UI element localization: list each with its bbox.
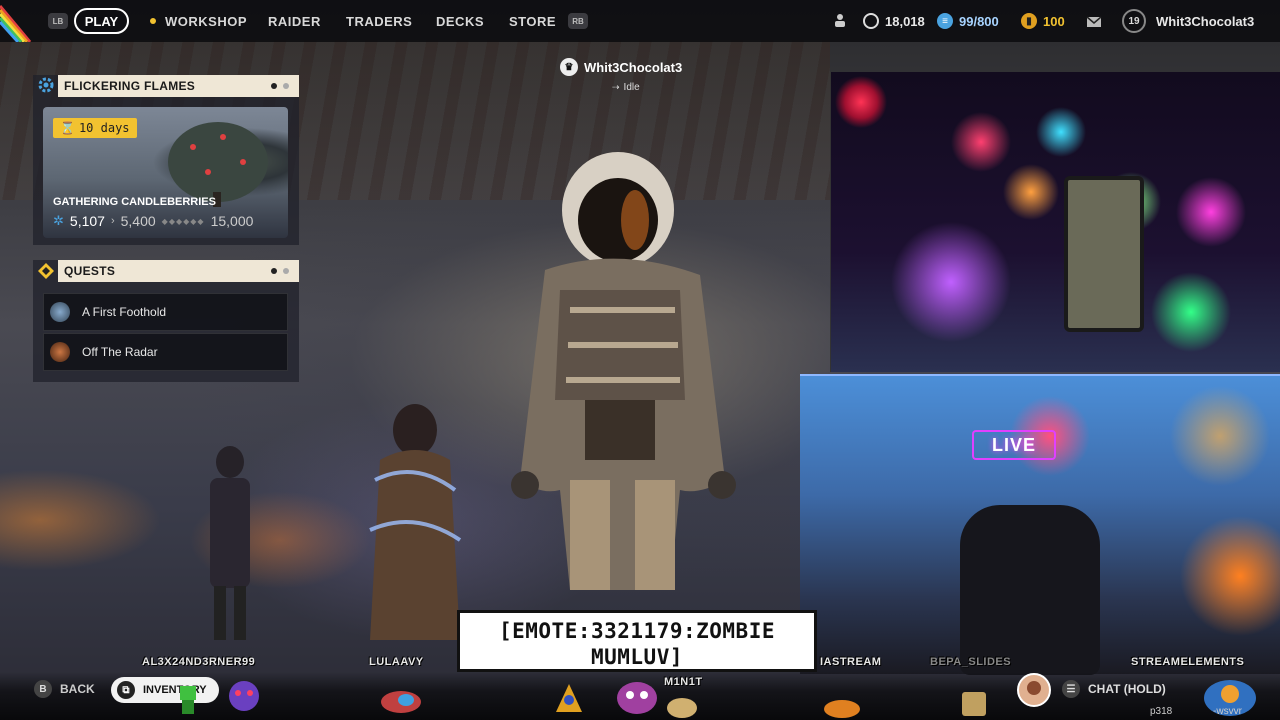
player-status-label: Idle — [623, 82, 640, 93]
tokens-counter: ▮ 100 — [1021, 0, 1065, 42]
robed-figure — [369, 404, 462, 640]
quest-label: A First Foothold — [82, 305, 167, 319]
chatter-name: STREAMELEMENTS — [1131, 656, 1245, 668]
quest-item[interactable]: Off The Radar — [43, 333, 288, 371]
event-subtitle: GATHERING CANDLEBERRIES — [53, 196, 216, 208]
progress-diamonds-icon: ◆◆◆◆◆◆ — [161, 216, 205, 226]
event-panel-header[interactable]: FLICKERING FLAMES — [58, 75, 299, 97]
quests-title: QUESTS — [64, 264, 116, 278]
gear-small-icon: ✲ — [53, 213, 64, 228]
page-dots — [271, 83, 289, 89]
chatter-name: IASTREAM — [820, 656, 882, 668]
avatar[interactable] — [1016, 672, 1052, 708]
raider-character — [511, 152, 736, 590]
capacity-counter: ≡ 99/800 — [937, 0, 999, 42]
emote-line: [EMOTE:3321179:ZOMBIE — [498, 619, 775, 643]
mail-icon — [1086, 16, 1102, 27]
lb-bumper-icon[interactable]: LB — [48, 13, 68, 29]
quest-avatar — [50, 342, 70, 362]
chat-sprite-icon — [617, 682, 657, 714]
brand-stripes-icon — [0, 5, 32, 42]
chat-sprite-icon — [962, 692, 986, 716]
event-timer: 10 days — [78, 121, 130, 135]
tab-traders[interactable]: TRADERS — [346, 0, 412, 42]
inventory-key-icon: ⧉ — [117, 681, 135, 699]
chatter-name: BEPA_SLIDES — [930, 656, 1012, 668]
event-max: 15,000 — [210, 213, 254, 229]
chat-fragment: p318 -wsvvr — [1150, 706, 1242, 717]
mail-button[interactable] — [1086, 0, 1102, 42]
chatter-name: LULAAVY — [369, 656, 424, 668]
candleberry-tree-image — [168, 122, 268, 207]
capacity-icon: ≡ — [937, 13, 953, 29]
chevron-right-icon: › — [110, 215, 115, 227]
chatter-name: M1N1T — [664, 676, 703, 688]
chat-sprite-icon — [556, 684, 582, 712]
event-title: FLICKERING FLAMES — [64, 79, 196, 93]
tab-store[interactable]: STORE — [509, 0, 556, 42]
chat-sprite-icon — [229, 681, 259, 711]
chat-button[interactable]: ☰ CHAT (HOLD) — [1062, 680, 1166, 698]
chat-sprite-icon — [180, 686, 196, 714]
quest-avatar — [50, 302, 70, 322]
idle-icon: ⇢ — [612, 82, 620, 92]
quest-item[interactable]: A First Foothold — [43, 293, 288, 331]
chat-fragment-text: p318 — [1150, 706, 1173, 717]
hourglass-icon: ⌛ — [60, 121, 75, 135]
page-dots — [271, 268, 289, 274]
profile-button[interactable]: 19 Whit3Chocolat3 — [1122, 0, 1254, 42]
gear-icon — [35, 74, 57, 96]
event-card[interactable]: ⌛ 10 days GATHERING CANDLEBERRIES ✲ 5,10… — [43, 107, 288, 238]
top-nav-bar: LB PLAY WORKSHOP RAIDER TRADERS DECKS ST… — [0, 0, 1280, 42]
chat-label: CHAT (HOLD) — [1088, 682, 1166, 696]
b-button-icon: B — [34, 680, 52, 698]
quest-diamond-icon — [35, 260, 57, 282]
quest-label: Off The Radar — [82, 345, 158, 359]
emote-caption: [EMOTE:3321179:ZOMBIE MUMLUV] — [457, 610, 817, 672]
level-badge: 19 — [1122, 9, 1146, 33]
chat-fragment-text: -wsvvr — [1213, 706, 1242, 717]
event-progress: ✲ 5,107 › 5,400 ◆◆◆◆◆◆ 15,000 — [53, 213, 253, 229]
coin-icon — [863, 13, 879, 29]
tab-workshop[interactable]: WORKSHOP — [150, 0, 247, 42]
phone-screen-image — [1064, 176, 1144, 332]
back-label: BACK — [60, 682, 95, 696]
chat-sprite-icon — [381, 691, 421, 713]
tab-play[interactable]: PLAY — [74, 8, 129, 34]
token-icon: ▮ — [1021, 13, 1037, 29]
emote-line: MUMLUV] — [590, 645, 683, 669]
tab-raider[interactable]: RAIDER — [268, 0, 321, 42]
chatter-name: AL3X24ND3RNER99 — [142, 656, 256, 668]
event-timer-badge: ⌛ 10 days — [53, 118, 137, 138]
coins-counter: 18,018 — [863, 0, 925, 42]
back-button[interactable]: B BACK — [34, 680, 95, 698]
gaming-chair-image — [960, 505, 1100, 675]
player-status: ⇢ Idle — [612, 82, 640, 93]
tokens-value: 100 — [1043, 13, 1065, 29]
event-current: 5,107 — [69, 213, 105, 229]
username-label: Whit3Chocolat3 — [1156, 13, 1255, 29]
rb-bumper-icon[interactable]: RB — [568, 13, 588, 29]
player-name: Whit3Chocolat3 — [584, 59, 683, 75]
chat-sprite-icon — [824, 700, 860, 718]
live-neon-sign: LIVE — [972, 430, 1056, 460]
tab-workshop-label: WORKSHOP — [165, 13, 247, 29]
squad-button[interactable] — [832, 0, 848, 42]
background-figure — [210, 446, 250, 640]
notification-dot-icon — [150, 18, 156, 24]
coins-value: 18,018 — [885, 13, 925, 29]
tab-decks[interactable]: DECKS — [436, 0, 484, 42]
event-next: 5,400 — [120, 213, 156, 229]
squad-icon — [835, 14, 845, 27]
chat-sprite-icon — [667, 698, 697, 718]
capacity-value: 99/800 — [959, 13, 999, 29]
crown-icon: ♛ — [560, 58, 578, 76]
webcam-pc-setup — [830, 72, 1280, 372]
quests-panel-header[interactable]: QUESTS — [58, 260, 299, 282]
chat-key-icon: ☰ — [1062, 680, 1080, 698]
player-nameplate: ♛ Whit3Chocolat3 — [560, 58, 682, 76]
